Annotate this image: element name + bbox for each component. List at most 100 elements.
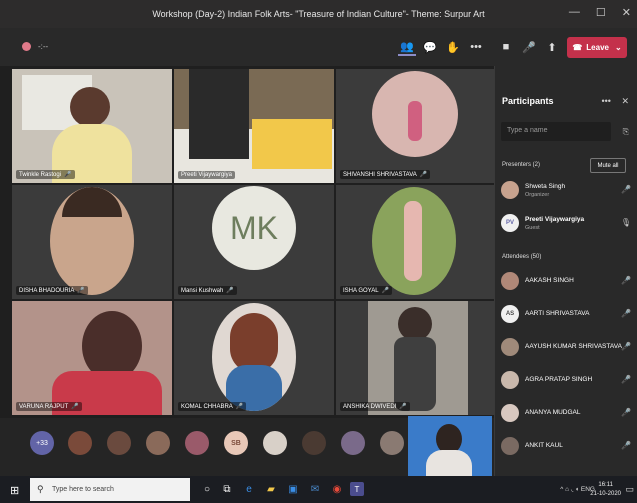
title-bar: Workshop (Day-2) Indian Folk Arts- "Trea… [0,0,637,28]
presenters-header[interactable]: Presenters (2) [502,162,540,168]
meeting-toolbar: -:-- 👥 💬 ✋ ••• ■ 🎤 ⬆ ☎ Leave ⌄ [0,28,637,66]
video-tile[interactable]: MK Mansi Kushwah 🎤 [174,185,334,299]
maximize-button[interactable]: ☐ [596,6,606,19]
video-tile[interactable]: SHIVANSHI SHRIVASTAVA 🎤 [336,69,496,183]
avatar [501,272,519,290]
minimize-button[interactable]: — [569,6,580,19]
video-tile[interactable]: Preeti Vijaywargiya [174,69,334,183]
participant-list-item[interactable]: AS AARTI SHRIVASTAVA 🎤 [501,303,631,325]
video-tile[interactable]: KOMAL CHHABRA 🎤 [174,301,334,415]
mic-off-icon[interactable]: 🎤 [621,441,631,450]
participant-list-item[interactable]: AAKASH SINGH 🎤 [501,270,631,292]
teams-icon[interactable]: T [350,482,364,496]
participant-name-label: Preeti Vijaywargiya [178,171,235,179]
mic-off-icon: 🎤 [77,288,85,294]
avatar: MK [212,186,296,270]
participant-name-label: Twinkle Rastogi 🎤 [16,170,75,179]
participant-name-label: ISHA GOYAL 🎤 [340,286,393,295]
windows-taskbar: ⊞ ⚲ Type here to search ○ ⧉ e ▰ ▣ ✉ ◉ T … [0,476,637,503]
mic-icon[interactable]: 🎙 [621,218,631,227]
edge-icon[interactable]: e [242,482,256,496]
participant-list-item[interactable]: ANKIT KAUL 🎤 [501,435,631,457]
more-options-icon[interactable]: ••• [601,96,610,106]
avatar [501,437,519,455]
avatar[interactable] [263,431,287,455]
overflow-count-badge[interactable]: +33 [30,431,54,455]
mic-off-icon: 🎤 [64,172,72,178]
avatar[interactable]: SB [224,431,248,455]
raise-hand-icon[interactable]: ✋ [444,38,462,56]
video-tile[interactable]: Twinkle Rastogi 🎤 [12,69,172,183]
notification-icon[interactable]: ▭ [625,484,634,495]
avatar: AS [501,305,519,323]
chevron-down-icon[interactable]: ⌄ [615,43,622,52]
mic-off-icon[interactable]: 🎤 [621,342,631,351]
mic-off-icon[interactable]: 🎤 [621,185,631,194]
avatar[interactable] [341,431,365,455]
taskbar-search-input[interactable]: ⚲ Type here to search [30,478,190,501]
mic-off-icon[interactable]: 🎤 [520,38,538,56]
participant-name-label: Mansi Kushwah 🎤 [178,286,237,295]
mic-off-icon: 🎤 [419,172,428,178]
participants-panel: Participants ••• ✕ Type a name ⎘ Present… [494,66,637,476]
windows-start-icon[interactable]: ⊞ [10,484,19,497]
close-panel-icon[interactable]: ✕ [621,96,629,106]
participant-name-label: DISHA BHADOURIA 🎤 [16,286,88,295]
mic-off-icon[interactable]: 🎤 [621,276,631,285]
participant-list-item[interactable]: PV Preeti Vijaywargiya Guest 🎙 [501,212,631,234]
self-video-preview[interactable] [408,416,492,476]
video-tile[interactable]: VARUNA RAJPUT 🎤 [12,301,172,415]
cortana-icon[interactable]: ○ [200,482,214,496]
leave-label: Leave [586,43,609,52]
attendees-header[interactable]: Attendees (50) [502,254,541,260]
participant-name-label: SHIVANSHI SHRIVASTAVA 🎤 [340,170,431,179]
mic-off-icon: 🎤 [71,404,79,410]
meeting-timer: -:-- [38,42,49,51]
avatar[interactable] [380,431,404,455]
avatar[interactable] [107,431,131,455]
video-tile[interactable]: ISHA GOYAL 🎤 [336,185,496,299]
task-view-icon[interactable]: ⧉ [220,482,234,496]
avatar[interactable] [302,431,326,455]
chat-icon[interactable]: 💬 [421,38,439,56]
avatar[interactable] [68,431,92,455]
participant-search-input[interactable]: Type a name [501,122,611,141]
participant-name-label: ANSHIKA DWIVEDI 🎤 [340,402,410,411]
mic-off-icon[interactable]: 🎤 [621,375,631,384]
avatar[interactable] [185,431,209,455]
mail-icon[interactable]: ✉ [308,482,322,496]
video-grid: Twinkle Rastogi 🎤 Preeti Vijaywargiya SHI… [12,69,496,417]
participant-list-item[interactable]: AGRA PRATAP SINGH 🎤 [501,369,631,391]
chrome-icon[interactable]: ◉ [330,482,344,496]
participant-list-item[interactable]: AAYUSH KUMAR SHRIVASTAVA 🎤 [501,336,631,358]
avatar[interactable] [146,431,170,455]
search-icon: ⚲ [37,484,44,494]
avatar [501,371,519,389]
mic-off-icon[interactable]: 🎤 [621,309,631,318]
taskbar-clock[interactable]: 16:11 21-10-2020 [590,481,621,499]
mic-off-icon: 🎤 [226,288,234,294]
phone-icon: ☎ [572,43,583,52]
video-tile[interactable]: DISHA BHADOURIA 🎤 [12,185,172,299]
more-actions-icon[interactable]: ••• [467,38,485,56]
mic-off-icon[interactable]: 🎤 [621,408,631,417]
mic-off-icon: 🎤 [235,404,244,410]
avatar: PV [501,214,519,232]
camera-icon[interactable]: ■ [497,38,515,56]
close-button[interactable]: ✕ [622,6,631,19]
window-title: Workshop (Day-2) Indian Folk Arts- "Trea… [152,9,485,19]
mute-all-button[interactable]: Mute all [590,158,626,173]
panel-title: Participants [502,96,554,106]
participant-list-item[interactable]: Shweta Singh Organizer 🎤 [501,179,631,201]
participant-name-label: VARUNA RAJPUT 🎤 [16,402,82,411]
participant-name-label: KOMAL CHHABRA 🎤 [178,402,247,411]
file-explorer-icon[interactable]: ▰ [264,482,278,496]
store-icon[interactable]: ▣ [286,482,300,496]
participant-list-item[interactable]: ANANYA MUDGAL 🎤 [501,402,631,424]
share-invite-icon[interactable]: ⎘ [623,127,629,137]
leave-button[interactable]: ☎ Leave ⌄ [567,37,627,58]
avatar [501,404,519,422]
participants-toggle-icon[interactable]: 👥 [398,38,416,56]
share-screen-icon[interactable]: ⬆ [543,38,561,56]
video-tile[interactable]: ANSHIKA DWIVEDI 🎤 [336,301,496,415]
